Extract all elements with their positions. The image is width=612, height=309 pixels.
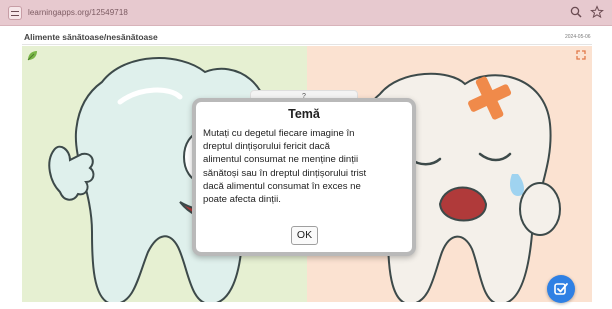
app-date: 2024-05-06 [565, 34, 591, 40]
dialog-text-line: sănătoși sau în dreptul dințișorului tri… [203, 167, 367, 179]
header-divider [22, 44, 592, 45]
ok-button[interactable]: OK [291, 226, 318, 245]
fullscreen-icon[interactable] [576, 50, 586, 60]
page-title: Alimente sănătoase/nesănătoase [24, 32, 158, 42]
zoom-icon[interactable] [569, 5, 583, 19]
dialog-title: Temă [288, 107, 320, 121]
dialog-text-line: poate afecta dinții. [203, 194, 281, 206]
dialog-text-line: Mutați cu degetul fiecare imagine în [203, 128, 355, 139]
tune-icon[interactable] [8, 6, 22, 20]
dialog-text-line: dacă alimentul consumat în exces ne [203, 180, 361, 192]
dialog-text-line: dreptul dințișorului fericit dacă [203, 141, 330, 153]
dialog-body: Mutați cu degetul fiecare imagine în dre… [203, 127, 409, 206]
check-icon [554, 283, 568, 295]
star-icon[interactable] [590, 5, 604, 19]
task-dialog: Temă Mutați cu degetul fiecare imagine î… [192, 98, 416, 256]
leaf-icon [27, 51, 37, 61]
check-answer-button[interactable] [547, 275, 575, 303]
browser-address-bar: learningapps.org/12549718 [0, 0, 612, 26]
url-text[interactable]: learningapps.org/12549718 [28, 8, 128, 17]
dialog-text-line: alimentul consumat ne menține dinții [203, 154, 359, 166]
